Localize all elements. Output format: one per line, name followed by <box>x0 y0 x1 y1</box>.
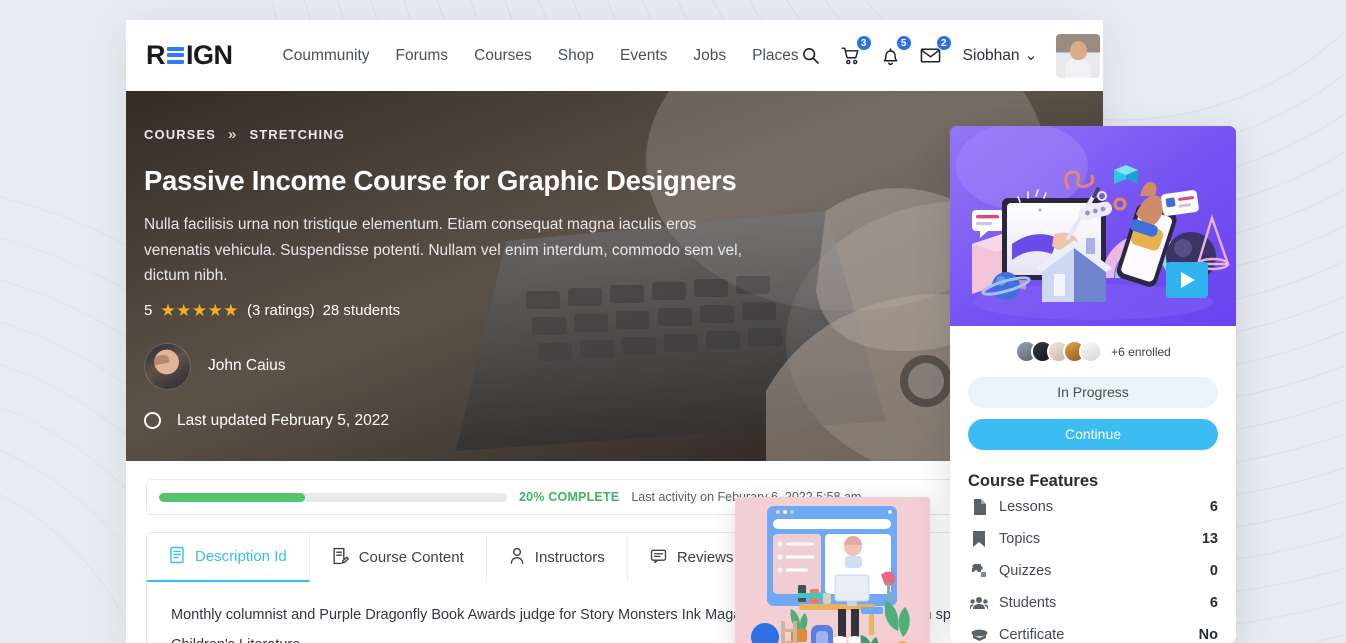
feature-label: Students <box>999 595 1057 611</box>
cart-icon[interactable]: 3 <box>839 34 872 68</box>
tab-panel-description: Monthly columnist and Purple Dragonfly B… <box>147 582 1082 643</box>
header-actions: 3 5 2 Siobhan ⌄ <box>799 33 1100 78</box>
edit-document-icon <box>332 547 349 569</box>
feature-value: No <box>1198 627 1218 643</box>
feature-value: 13 <box>1201 531 1218 547</box>
enrolled-summary: +6 enrolled <box>968 340 1218 363</box>
mail-badge: 2 <box>935 34 952 51</box>
rating-summary: 5 ★★★★★ (3 ratings) 28 students <box>144 301 1069 321</box>
feature-row-lessons: Lessons 6 <box>968 491 1218 523</box>
tab-course-content[interactable]: Course Content <box>310 533 487 582</box>
feature-label: Certificate <box>999 627 1065 643</box>
course-sidebar-card: +6 enrolled In Progress Continue Course … <box>950 126 1236 643</box>
course-thumbnail[interactable] <box>950 126 1236 326</box>
nav-item-places[interactable]: Places <box>752 47 799 65</box>
tab-label: Course Content <box>358 549 464 566</box>
course-description: Nulla facilisis urna non tristique eleme… <box>144 216 742 284</box>
course-features-title: Course Features <box>968 472 1099 490</box>
breadcrumb: COURSES » STRETCHING <box>144 126 1069 143</box>
page-title: Passive Income Course for Graphic Design… <box>144 165 737 196</box>
document-icon <box>169 546 185 568</box>
feature-label: Topics <box>999 531 1041 547</box>
logo-text-ign: IGN <box>186 40 233 70</box>
workspace-illustration <box>735 497 930 643</box>
avatar[interactable] <box>1055 33 1100 78</box>
feature-row-topics: Topics 13 <box>968 523 1218 555</box>
user-menu[interactable]: Siobhan ⌄ <box>963 46 1038 65</box>
bell-badge: 5 <box>895 34 912 51</box>
puzzle-icon <box>968 563 990 579</box>
progress-percent-label: 20% COMPLETE <box>519 490 620 504</box>
chevron-down-icon: ⌄ <box>1024 47 1038 64</box>
tab-label: Instructors <box>534 549 605 566</box>
nav-item-jobs[interactable]: Jobs <box>693 47 726 65</box>
bell-icon[interactable]: 5 <box>879 34 912 68</box>
workspace-illustration-card[interactable] <box>735 497 930 643</box>
nav-item-shop[interactable]: Shop <box>558 47 594 65</box>
file-icon <box>968 499 990 515</box>
avatar <box>1079 340 1103 363</box>
status-badge[interactable]: In Progress <box>968 377 1218 408</box>
cert-icon <box>968 628 990 642</box>
nav-item-community[interactable]: Coummunity <box>283 47 370 65</box>
feature-row-quizzes: Quizzes 0 <box>968 555 1218 587</box>
rating-value: 5 <box>144 302 153 320</box>
person-icon <box>509 547 525 569</box>
username-label: Siobhan <box>962 46 1020 64</box>
ratings-count: (3 ratings) <box>247 302 315 320</box>
logo-e-bars-icon <box>167 46 184 65</box>
bookmark-icon <box>968 531 990 547</box>
course-author[interactable]: John Caius <box>144 342 1069 390</box>
course-tabs-card: Description Id Course Content Instructor… <box>146 532 1083 643</box>
nav-item-events[interactable]: Events <box>620 47 667 65</box>
feature-row-certificate: Certificate No <box>968 619 1218 643</box>
sidecard-body: +6 enrolled In Progress Continue Course … <box>950 326 1236 643</box>
last-updated: Last updated February 5, 2022 <box>144 412 1069 430</box>
last-updated-label: Last updated February 5, 2022 <box>177 411 389 429</box>
nav-item-courses[interactable]: Courses <box>474 47 532 65</box>
nav-item-forums[interactable]: Forums <box>396 47 449 65</box>
tab-description[interactable]: Description Id <box>147 533 310 582</box>
feature-value: 6 <box>1209 499 1218 515</box>
progress-panel: 20% COMPLETE Last activity on Feburary 6… <box>146 479 1083 515</box>
logo-text-r: R <box>146 40 166 70</box>
feature-value: 6 <box>1209 595 1218 611</box>
tab-label: Description Id <box>195 548 287 565</box>
course-thumbnail-illustration <box>950 126 1236 326</box>
breadcrumb-current[interactable]: STRETCHING <box>249 127 345 142</box>
rating-stars-icon: ★★★★★ <box>160 300 240 320</box>
students-count: 28 students <box>322 302 401 320</box>
feature-value: 0 <box>1209 563 1218 579</box>
brand-logo[interactable]: R IGN <box>146 40 233 71</box>
feature-label: Lessons <box>999 499 1054 515</box>
feature-row-students: Students 6 <box>968 587 1218 619</box>
people-icon <box>968 596 990 610</box>
enrolled-count-label: +6 enrolled <box>1111 344 1171 359</box>
envelope-icon[interactable]: 2 <box>919 34 952 68</box>
tab-label: Reviews <box>676 549 734 566</box>
continue-button[interactable]: Continue <box>968 419 1218 450</box>
author-name: John Caius <box>208 357 286 375</box>
breadcrumb-separator-icon: » <box>228 126 238 143</box>
clock-circle-icon <box>144 412 161 430</box>
tab-list: Description Id Course Content Instructor… <box>147 533 1082 582</box>
feature-label: Quizzes <box>999 563 1052 579</box>
tab-instructors[interactable]: Instructors <box>487 533 628 582</box>
breadcrumb-courses[interactable]: COURSES <box>144 127 216 142</box>
site-header: R IGN Coummunity Forums Courses Shop Eve… <box>126 20 1103 91</box>
cart-badge: 3 <box>855 34 872 51</box>
page-root: R IGN Coummunity Forums Courses Shop Eve… <box>0 0 1346 643</box>
main-navigation: Coummunity Forums Courses Shop Events Jo… <box>283 47 799 65</box>
search-icon[interactable] <box>799 44 823 68</box>
enrolled-avatars <box>1015 340 1103 363</box>
comment-icon <box>650 548 667 568</box>
author-avatar <box>144 342 191 390</box>
progress-bar <box>159 492 507 502</box>
